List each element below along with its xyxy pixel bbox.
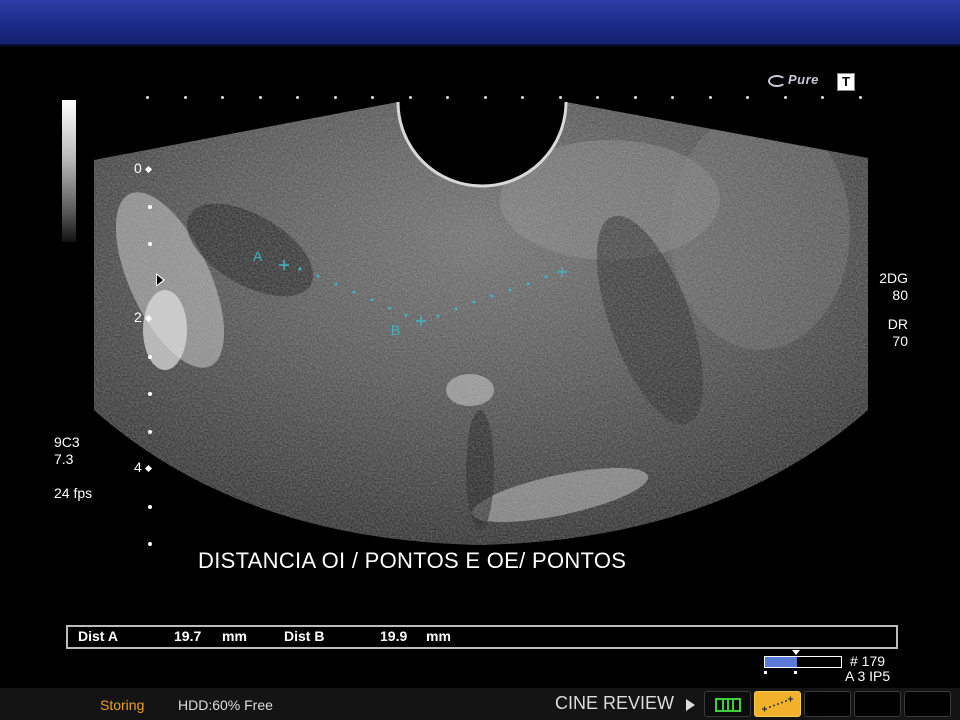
probe-frequency: 7.3	[54, 451, 74, 467]
depth-label: 2	[134, 309, 142, 325]
film-strip-icon	[715, 698, 741, 712]
gain-params: 2DG 80	[879, 270, 908, 304]
lateral-scale-dots	[146, 96, 871, 100]
frame-number: # 179	[850, 653, 886, 669]
film-strip-button[interactable]	[704, 691, 751, 717]
cine-slider-fill	[765, 657, 797, 667]
focus-marker-icon[interactable]	[156, 273, 165, 287]
gain-value: 80	[892, 287, 908, 303]
probe-info: 9C3 7.3 24 fps	[54, 434, 92, 502]
dr-params: DR 70	[888, 316, 908, 350]
probe-name: 9C3	[54, 434, 80, 450]
cine-slider[interactable]	[764, 656, 842, 668]
brand-logo: Pure	[768, 72, 819, 87]
depth-tick	[148, 430, 152, 434]
depth-tick	[148, 355, 152, 359]
brand-logo-text: Pure	[788, 72, 819, 87]
depth-mark-4: 4	[134, 459, 152, 475]
dist-b-label: Dist B	[284, 628, 325, 644]
lateral-tick	[708, 96, 712, 99]
depth-tick	[148, 242, 152, 246]
mode-badge[interactable]: T	[837, 73, 855, 91]
depth-label: 4	[134, 459, 142, 475]
lateral-tick	[821, 96, 824, 99]
dist-b-value: 19.9	[380, 628, 408, 644]
depth-diamond-icon	[144, 314, 152, 322]
softkey-button-4[interactable]	[854, 691, 901, 717]
frame-rate: 24 fps	[54, 485, 93, 501]
dist-a-value: 19.7	[174, 628, 202, 644]
dist-b-unit: mm	[426, 628, 451, 644]
hdd-status: HDD:60% Free	[178, 697, 273, 713]
ultrasound-image	[94, 101, 868, 545]
lateral-tick	[258, 96, 262, 99]
lateral-tick	[296, 96, 299, 99]
caliper-b-label: B	[391, 322, 401, 338]
softkey-button-3[interactable]	[804, 691, 851, 717]
lateral-tick	[633, 96, 637, 99]
dist-a-label: Dist A	[78, 628, 118, 644]
caliper-measure-icon	[762, 696, 793, 712]
pure-logo-icon	[768, 74, 786, 87]
depth-mark-0: 0	[134, 160, 152, 176]
depth-tick	[148, 542, 152, 546]
cine-frame-info: # 179 A 3 IP5	[845, 653, 890, 684]
lateral-tick	[408, 96, 412, 99]
measurement-results: Dist A 19.7 mm Dist B 19.9 mm	[66, 625, 898, 649]
grayscale-bar	[62, 100, 76, 242]
dr-value: 70	[892, 333, 908, 349]
storing-status: Storing	[100, 697, 145, 713]
cine-review-label: CINE REVIEW	[555, 693, 675, 713]
depth-diamond-icon	[144, 464, 152, 472]
measure-tool-button[interactable]	[754, 691, 801, 717]
dr-label: DR	[887, 316, 908, 332]
caliper-a-label: A	[253, 248, 263, 264]
depth-diamond-icon	[144, 165, 152, 173]
play-triangle-icon[interactable]	[686, 699, 695, 711]
lateral-tick	[558, 96, 562, 99]
lateral-tick	[596, 96, 599, 99]
depth-label: 0	[134, 160, 142, 176]
gain-label: 2DG	[879, 270, 908, 286]
lateral-tick	[183, 96, 187, 99]
cine-info-line: A 3 IP5	[845, 668, 891, 684]
dist-a-unit: mm	[222, 628, 247, 644]
lateral-tick	[671, 96, 674, 99]
cine-range-start	[764, 671, 767, 674]
lateral-tick	[446, 96, 449, 99]
image-caption: DISTANCIA OI / PONTOS E OE/ PONTOS	[198, 548, 627, 573]
lateral-tick	[483, 96, 487, 99]
depth-tick	[148, 205, 152, 209]
lateral-tick	[521, 96, 524, 99]
lateral-tick	[746, 96, 749, 99]
lateral-tick	[221, 96, 224, 99]
lateral-tick	[146, 96, 149, 99]
lateral-tick	[783, 96, 787, 99]
depth-mark-2: 2	[134, 309, 152, 325]
lateral-tick	[858, 96, 862, 99]
cine-position-marker-icon	[792, 650, 800, 655]
softkey-button-5[interactable]	[904, 691, 951, 717]
lateral-tick	[333, 96, 337, 99]
depth-tick	[148, 505, 152, 509]
cine-range-end	[794, 671, 797, 674]
lateral-tick	[371, 96, 374, 99]
depth-tick	[148, 392, 152, 396]
